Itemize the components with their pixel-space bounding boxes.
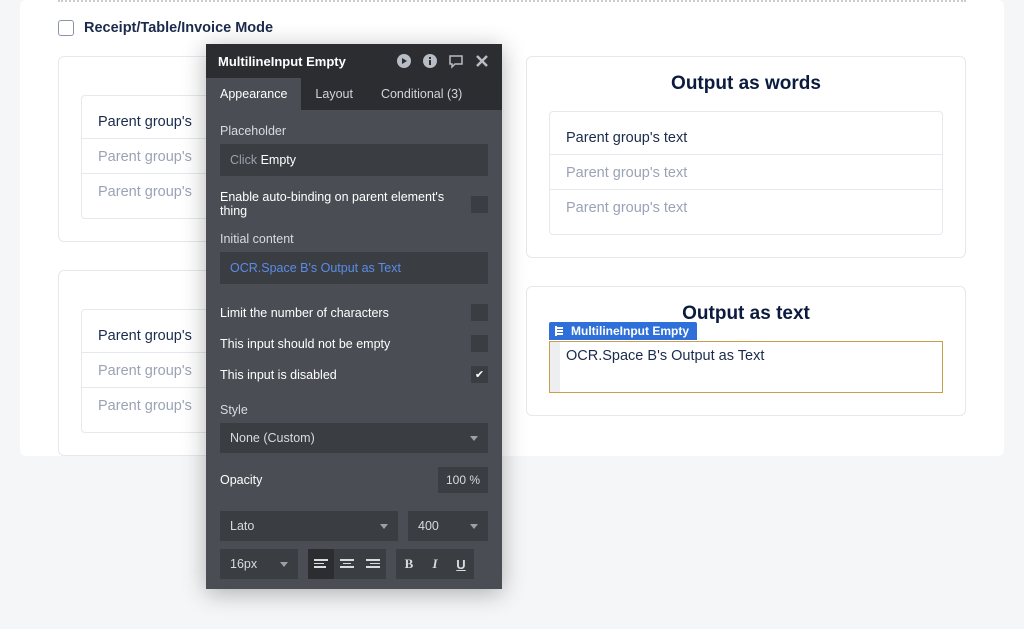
- font-weight-value: 400: [418, 519, 439, 533]
- style-value: None (Custom): [230, 431, 315, 445]
- limit-chars-checkbox[interactable]: [471, 304, 488, 321]
- text-align-group: [308, 549, 386, 579]
- placeholder-value: Empty: [261, 153, 296, 167]
- placeholder-prefix: Click: [230, 153, 261, 167]
- multiline-input-value: OCR.Space B's Output as Text: [566, 348, 764, 364]
- font-family-select[interactable]: Lato: [220, 511, 398, 541]
- data-row: Parent group's text: [550, 190, 942, 224]
- not-empty-checkbox[interactable]: [471, 335, 488, 352]
- align-right-button[interactable]: [360, 549, 386, 579]
- underline-button[interactable]: U: [448, 549, 474, 579]
- receipt-mode-row: Receipt/Table/Invoice Mode: [58, 14, 966, 56]
- info-icon[interactable]: [422, 53, 438, 69]
- bold-button[interactable]: B: [396, 549, 422, 579]
- font-size-value: 16px: [230, 557, 257, 571]
- opacity-input[interactable]: 100 %: [438, 467, 488, 493]
- placeholder-label: Placeholder: [220, 124, 488, 138]
- chevron-down-icon: [280, 562, 288, 567]
- close-icon[interactable]: [474, 53, 490, 69]
- style-select[interactable]: None (Custom): [220, 423, 488, 453]
- font-family-value: Lato: [230, 519, 254, 533]
- multiline-input[interactable]: OCR.Space B's Output as Text: [549, 341, 943, 393]
- text-style-group: B I U: [396, 549, 474, 579]
- property-header[interactable]: MultilineInput Empty: [206, 44, 502, 78]
- data-box: Parent group's text Parent group's text …: [549, 111, 943, 235]
- output-words-panel: Output as words Parent group's text Pare…: [526, 56, 966, 258]
- not-empty-row: This input should not be empty: [220, 335, 488, 352]
- tab-conditional[interactable]: Conditional (3): [367, 78, 476, 110]
- data-row: Parent group's text: [550, 120, 942, 155]
- align-left-button[interactable]: [308, 549, 334, 579]
- data-row: Parent group's text: [550, 155, 942, 190]
- font-size-select[interactable]: 16px: [220, 549, 298, 579]
- initial-content-input[interactable]: OCR.Space B's Output as Text: [220, 252, 488, 284]
- chevron-down-icon: [380, 524, 388, 529]
- disabled-row: This input is disabled: [220, 366, 488, 383]
- receipt-mode-label: Receipt/Table/Invoice Mode: [84, 20, 273, 36]
- italic-button[interactable]: I: [422, 549, 448, 579]
- disabled-label: This input is disabled: [220, 368, 337, 382]
- chevron-down-icon: [470, 524, 478, 529]
- receipt-mode-checkbox[interactable]: [58, 20, 74, 36]
- not-empty-label: This input should not be empty: [220, 337, 390, 351]
- autobind-label: Enable auto-binding on parent element's …: [220, 190, 471, 218]
- autobind-checkbox[interactable]: [471, 196, 488, 213]
- font-weight-select[interactable]: 400: [408, 511, 488, 541]
- chevron-down-icon: [470, 436, 478, 441]
- comment-icon[interactable]: [448, 53, 464, 69]
- tab-layout[interactable]: Layout: [301, 78, 367, 110]
- property-title: MultilineInput Empty: [218, 54, 346, 69]
- divider: [58, 0, 966, 2]
- initial-content-value: OCR.Space B's Output as Text: [230, 261, 401, 275]
- element-tag[interactable]: MultilineInput Empty: [549, 322, 697, 340]
- disabled-checkbox[interactable]: [471, 366, 488, 383]
- play-icon[interactable]: [396, 53, 412, 69]
- output-text-panel: Output as text MultilineInput Empty OCR.…: [526, 286, 966, 416]
- autobind-row: Enable auto-binding on parent element's …: [220, 190, 488, 218]
- style-label: Style: [220, 403, 488, 417]
- property-tabs: Appearance Layout Conditional (3): [206, 78, 502, 110]
- initial-content-label: Initial content: [220, 232, 488, 246]
- panel-title: Output as words: [549, 73, 943, 95]
- property-editor[interactable]: MultilineInput Empty Appearance Layout C…: [206, 44, 502, 589]
- limit-chars-label: Limit the number of characters: [220, 306, 389, 320]
- limit-chars-row: Limit the number of characters: [220, 304, 488, 321]
- placeholder-input[interactable]: Click Empty: [220, 144, 488, 176]
- opacity-label: Opacity: [220, 473, 262, 487]
- align-center-button[interactable]: [334, 549, 360, 579]
- tab-appearance[interactable]: Appearance: [206, 78, 301, 110]
- selected-element[interactable]: MultilineInput Empty OCR.Space B's Outpu…: [549, 341, 943, 393]
